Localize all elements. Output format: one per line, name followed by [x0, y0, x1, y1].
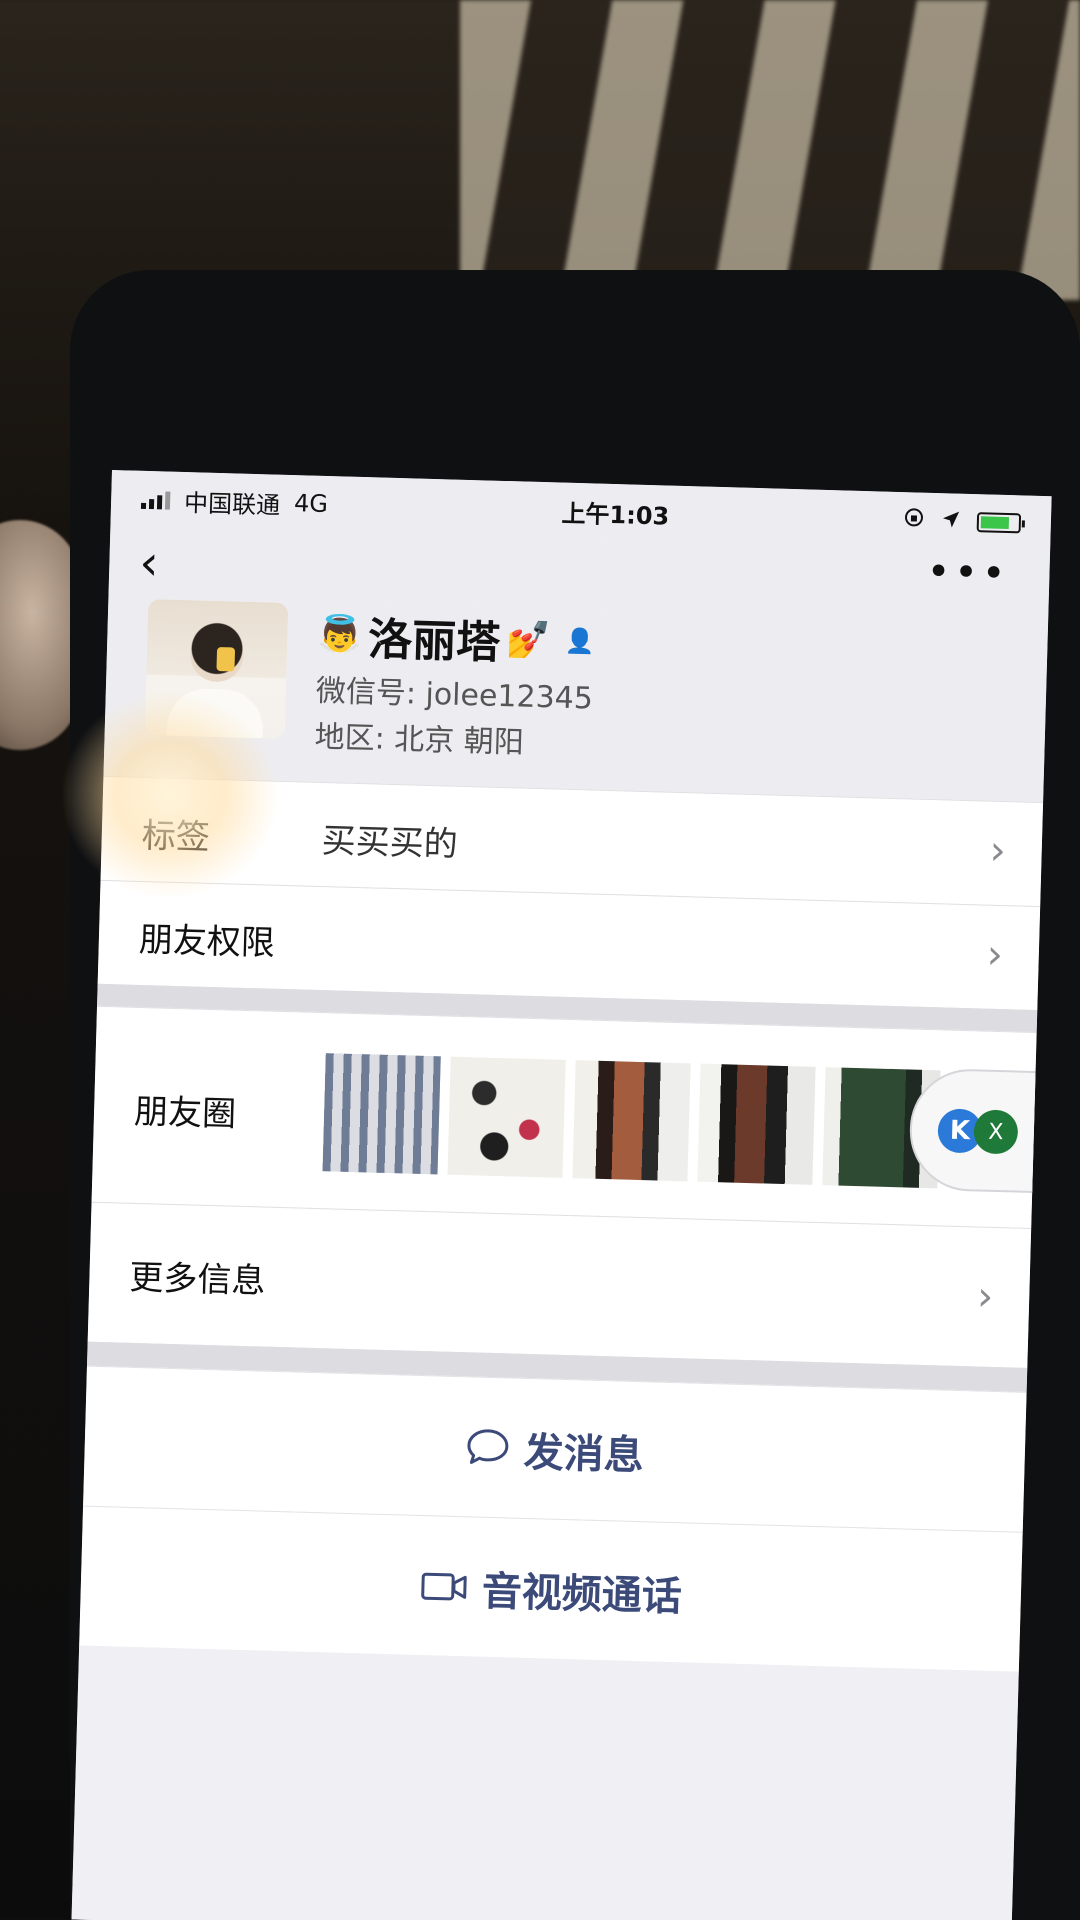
moments-label: 朋友圈: [133, 1091, 237, 1135]
video-call-label: 音视频通话: [481, 1568, 683, 1620]
wechat-id: 微信号: jolee12345: [315, 673, 594, 717]
video-call-button[interactable]: 音视频通话: [79, 1505, 1023, 1672]
more-info-label: 更多信息: [128, 1257, 266, 1302]
user-badge-icon: 👤: [564, 626, 596, 656]
chat-bubble-icon: [465, 1427, 510, 1468]
bottom-background: [71, 1645, 1019, 1920]
chevron-right-icon: ›: [986, 931, 1004, 979]
wechat-id-value: jolee12345: [425, 676, 594, 717]
floating-widget[interactable]: K X: [908, 1067, 1052, 1194]
avatar[interactable]: [144, 599, 289, 739]
close-x-icon[interactable]: X: [973, 1109, 1019, 1155]
more-info-row[interactable]: 更多信息 ›: [87, 1201, 1032, 1368]
profile-name: 洛丽塔: [367, 614, 501, 669]
finger: [0, 520, 80, 750]
carrier-label: 中国联通: [183, 488, 281, 520]
chevron-right-icon: ›: [976, 1273, 994, 1320]
send-message-label: 发消息: [523, 1429, 645, 1479]
location-icon: [940, 507, 961, 536]
profile-header: 👼 洛丽塔 💅 👤 微信号: jolee12345 地区: 北京 朝阳: [103, 595, 1049, 803]
orientation-lock-icon: [903, 506, 926, 535]
video-camera-icon: [419, 1569, 468, 1604]
chevron-right-icon: ›: [989, 827, 1007, 875]
network-label: 4G: [293, 489, 329, 519]
tag-label: 标签: [141, 815, 211, 858]
region-value: 北京 朝阳: [393, 721, 525, 761]
status-time: 上午1:03: [561, 499, 670, 531]
region: 地区: 北京 朝阳: [314, 719, 525, 761]
background-curtain: [460, 0, 1080, 300]
angel-emoji: 👼: [316, 613, 363, 657]
phone-screen: 中国联通 4G 上午1:03 ‹ ••• 👼 洛丽塔 💅 👤 微信号: jole…: [71, 470, 1052, 1920]
moments-photo[interactable]: [572, 1060, 691, 1182]
moments-photo[interactable]: [697, 1063, 816, 1185]
back-icon[interactable]: ‹: [139, 535, 160, 592]
send-message-button[interactable]: 发消息: [83, 1365, 1027, 1532]
tag-value: 买买买的: [321, 821, 459, 865]
signal-icon: [140, 489, 171, 510]
moments-photo[interactable]: [322, 1053, 441, 1175]
nail-polish-emoji: 💅: [505, 619, 552, 662]
moments-row[interactable]: 朋友圈 K X: [91, 1005, 1052, 1228]
moments-photo[interactable]: [447, 1056, 566, 1178]
battery-charging-icon: [976, 512, 1022, 534]
moments-thumbnails[interactable]: [322, 1053, 941, 1189]
more-options-icon[interactable]: •••: [926, 549, 1010, 597]
friend-permissions-label: 朋友权限: [138, 919, 276, 964]
